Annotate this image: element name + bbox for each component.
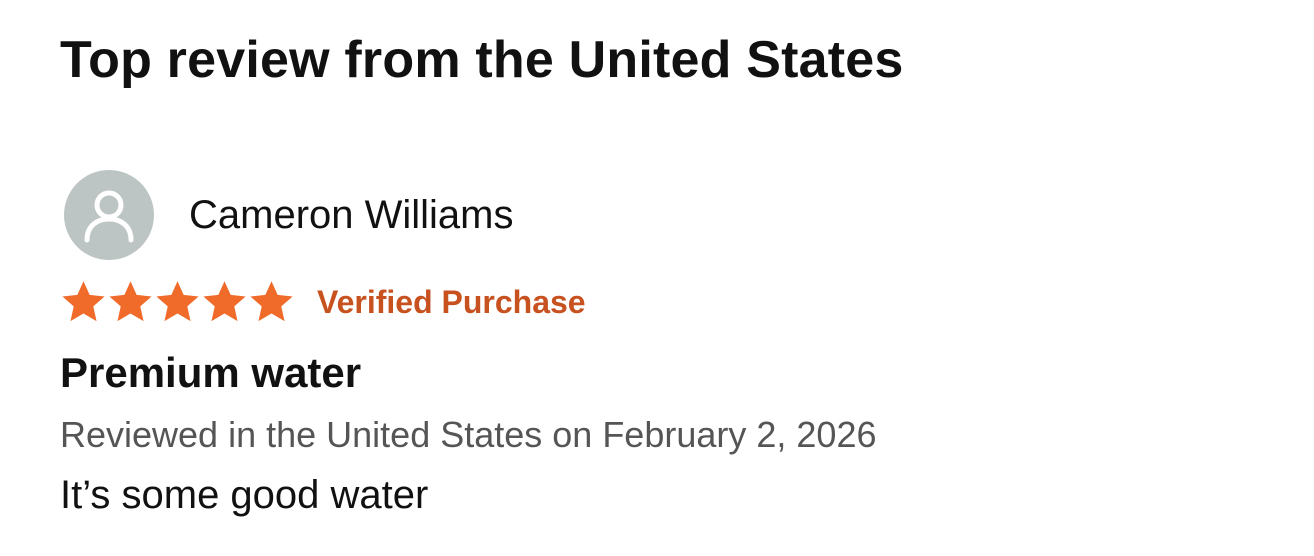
star-icon <box>250 281 293 322</box>
user-silhouette-icon <box>84 190 134 243</box>
verified-purchase-badge: Verified Purchase <box>317 284 586 320</box>
review-date: Reviewed in the United States on Februar… <box>60 414 877 455</box>
star-icon <box>156 281 199 322</box>
review-body: It’s some good water <box>60 473 429 517</box>
avatar[interactable] <box>64 170 154 260</box>
section-title: Top review from the United States <box>60 31 904 89</box>
star-rating[interactable] <box>60 279 295 325</box>
star-icon <box>62 281 105 322</box>
reviewer-profile[interactable]: Cameron Williams <box>64 170 514 260</box>
star-icon <box>109 281 152 322</box>
review-title[interactable]: Premium water <box>60 346 361 400</box>
rating-row: Verified Purchase <box>60 278 586 326</box>
star-icon <box>203 281 246 322</box>
reviewer-name[interactable]: Cameron Williams <box>189 191 514 239</box>
